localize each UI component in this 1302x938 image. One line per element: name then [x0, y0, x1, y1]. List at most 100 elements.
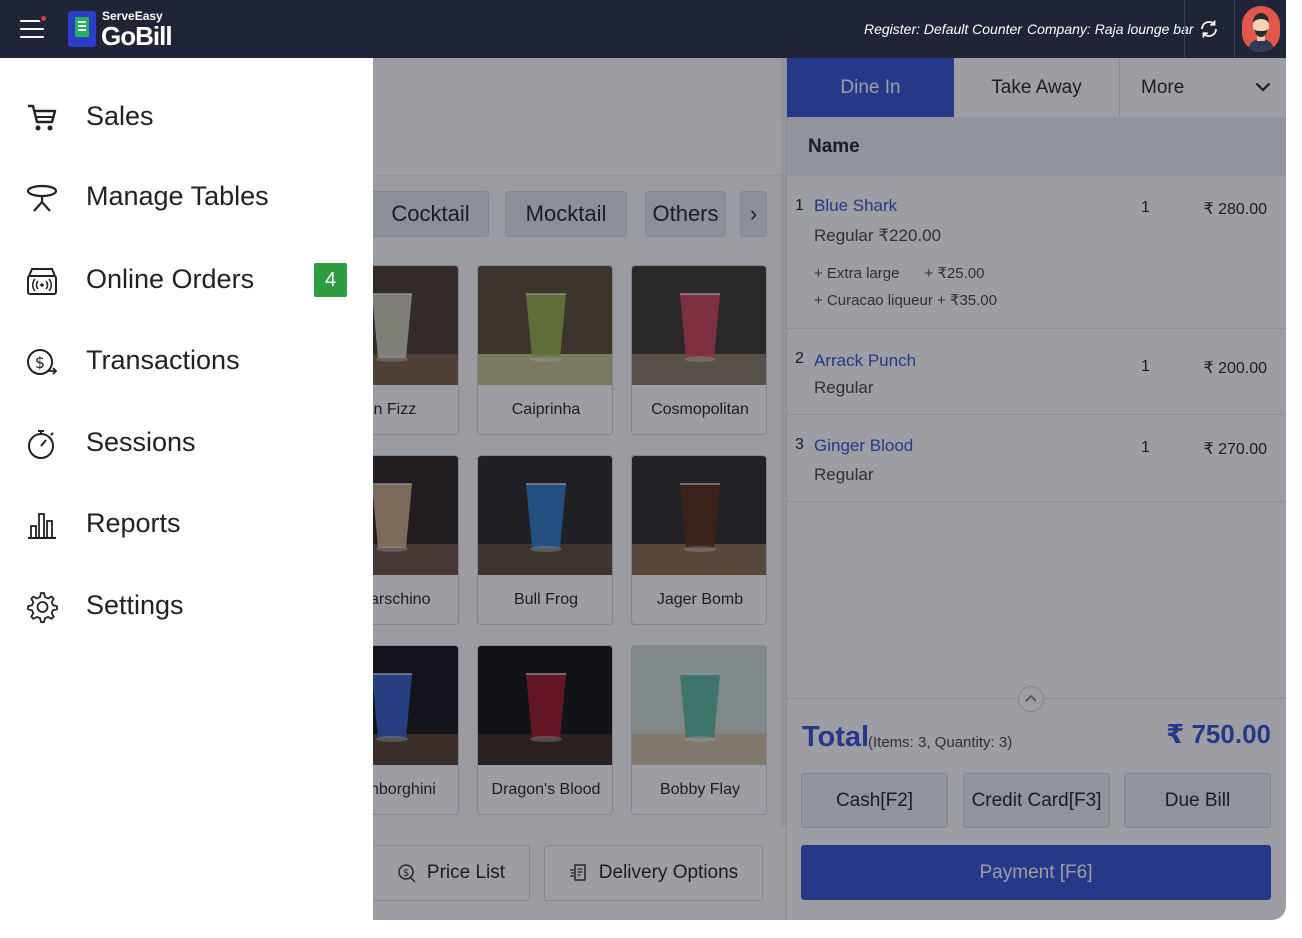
sidebar-item-label: Sales [86, 101, 154, 131]
register-label: Register: Default Counter [864, 21, 1022, 37]
product-card[interactable]: Bull Frog [477, 455, 613, 625]
product-card[interactable]: Bobby Flay [631, 645, 767, 815]
cash-button[interactable]: Cash[F2] [801, 773, 948, 828]
item-name[interactable]: Arrack Punch [814, 351, 916, 371]
total-value: ₹ 750.00 [1166, 719, 1271, 749]
total-label: Total [802, 721, 870, 753]
sidebar-item-sessions[interactable]: Sessions [0, 412, 373, 476]
order-column-header: Name [787, 117, 1286, 176]
item-name[interactable]: Ginger Blood [814, 436, 913, 456]
item-number: 3 [795, 436, 804, 453]
price-list-label: Price List [426, 862, 506, 883]
product-image [478, 646, 612, 765]
delivery-options-label: Delivery Options [598, 862, 739, 883]
price-tag-icon: $ [398, 864, 416, 883]
item-variant: Regular [814, 378, 874, 397]
tab-more[interactable]: More [1121, 58, 1286, 117]
header-divider [1184, 0, 1185, 58]
item-addon: + Extra large + ₹25.00 [814, 265, 985, 282]
svg-text:$: $ [35, 353, 45, 372]
sidebar-item-label: Settings [86, 590, 184, 620]
sidebar-drawer: Sales Manage Tables Online Orders 4 $ Tr… [0, 58, 373, 938]
column-name-label: Name [808, 136, 860, 157]
tab-dine-in[interactable]: Dine In [787, 58, 954, 117]
sidebar-item-sales[interactable]: Sales [0, 86, 373, 150]
item-variant: Regular ₹220.00 [814, 226, 942, 245]
company-label: Company: Raja lounge bar [1027, 21, 1194, 37]
svg-text:$: $ [403, 868, 409, 879]
order-item-row[interactable]: 1 Blue Shark 1 ₹ 280.00 Regular ₹220.00 … [787, 176, 1286, 329]
item-quantity: 1 [1141, 439, 1150, 456]
product-image [632, 456, 766, 575]
logo-icon [68, 11, 96, 47]
chevron-down-icon [1255, 82, 1271, 92]
table-icon [26, 184, 58, 212]
bar-chart-icon [28, 513, 56, 539]
delivery-options-button[interactable]: Delivery Options [544, 845, 763, 901]
due-bill-button[interactable]: Due Bill [1124, 773, 1271, 828]
item-variant: Regular [814, 465, 874, 484]
online-orders-count-badge: 4 [314, 263, 347, 297]
order-panel: Dine In Take Away More Name 1 Blue Shark… [786, 58, 1286, 920]
menu-panel: Cocktail Mocktail Others › in Fizz Caipr… [323, 58, 786, 920]
top-bar: ServeEasy GoBill Register: Default Count… [0, 0, 1286, 58]
product-image [478, 456, 612, 575]
sidebar-item-online-orders[interactable]: Online Orders 4 [0, 249, 373, 313]
sidebar-item-manage-tables[interactable]: Manage Tables [0, 166, 373, 230]
product-card[interactable]: Caiprinha [477, 265, 613, 435]
product-name: Bobby Flay [659, 781, 741, 798]
item-name[interactable]: Blue Shark [814, 196, 897, 216]
item-price: ₹ 200.00 [1203, 360, 1267, 377]
category-next-arrow[interactable]: › [740, 191, 767, 237]
money-transfer-icon: $ [27, 349, 58, 375]
product-card[interactable]: Dragon's Blood [477, 645, 613, 815]
sidebar-item-label: Manage Tables [86, 181, 269, 211]
refresh-icon[interactable] [1197, 17, 1221, 41]
credit-card-button[interactable]: Credit Card[F3] [963, 773, 1110, 828]
stopwatch-icon [28, 430, 54, 459]
product-image [632, 646, 766, 765]
header-divider [1234, 0, 1235, 58]
tab-take-away[interactable]: Take Away [954, 58, 1120, 117]
product-image [632, 266, 766, 385]
item-quantity: 1 [1141, 358, 1150, 375]
category-others[interactable]: Others [645, 191, 726, 237]
notification-dot [39, 14, 48, 23]
cart-icon [28, 104, 57, 131]
product-name: Bull Frog [513, 591, 579, 608]
item-addon: + Curacao liqueur + ₹35.00 [814, 292, 997, 309]
order-item-row[interactable]: 3 Ginger Blood 1 ₹ 270.00 Regular [787, 415, 1286, 502]
gear-icon [27, 592, 58, 624]
sidebar-item-transactions[interactable]: $ Transactions [0, 330, 373, 394]
price-list-button[interactable]: $ Price List [373, 845, 530, 901]
expand-total-button[interactable] [1018, 686, 1044, 712]
item-number: 2 [795, 350, 804, 367]
product-name: Caiprinha [511, 401, 581, 418]
item-quantity: 1 [1141, 199, 1150, 216]
sidebar-item-label: Sessions [86, 427, 196, 457]
item-number: 1 [795, 197, 804, 214]
hamburger-menu-icon[interactable] [20, 14, 48, 40]
sidebar-item-settings[interactable]: Settings [0, 575, 373, 639]
category-mocktail[interactable]: Mocktail [505, 191, 627, 237]
sidebar-item-reports[interactable]: Reports [0, 493, 373, 557]
sidebar-item-label: Reports [86, 508, 181, 538]
item-price: ₹ 270.00 [1203, 441, 1267, 458]
sidebar-item-label: Online Orders [86, 264, 255, 294]
receipt-icon [569, 864, 586, 881]
sidebar-item-label: Transactions [86, 345, 240, 375]
product-card[interactable]: Jager Bomb [631, 455, 767, 625]
user-avatar[interactable] [1242, 6, 1280, 52]
search-bar[interactable] [373, 118, 786, 176]
chevron-up-icon [1025, 694, 1037, 702]
payment-button[interactable]: Payment [F6] [801, 845, 1271, 900]
product-name: Cosmopolitan [651, 401, 749, 418]
product-name: Jager Bomb [656, 591, 744, 608]
product-card[interactable]: Cosmopolitan [631, 265, 767, 435]
product-name: Dragon's Blood [491, 781, 601, 798]
category-cocktail[interactable]: Cocktail [373, 191, 489, 237]
brand-name: GoBill [101, 21, 173, 51]
total-meta: (Items: 3, Quantity: 3) [868, 734, 1013, 751]
product-image [478, 266, 612, 385]
order-item-row[interactable]: 2 Arrack Punch 1 ₹ 200.00 Regular [787, 329, 1286, 415]
